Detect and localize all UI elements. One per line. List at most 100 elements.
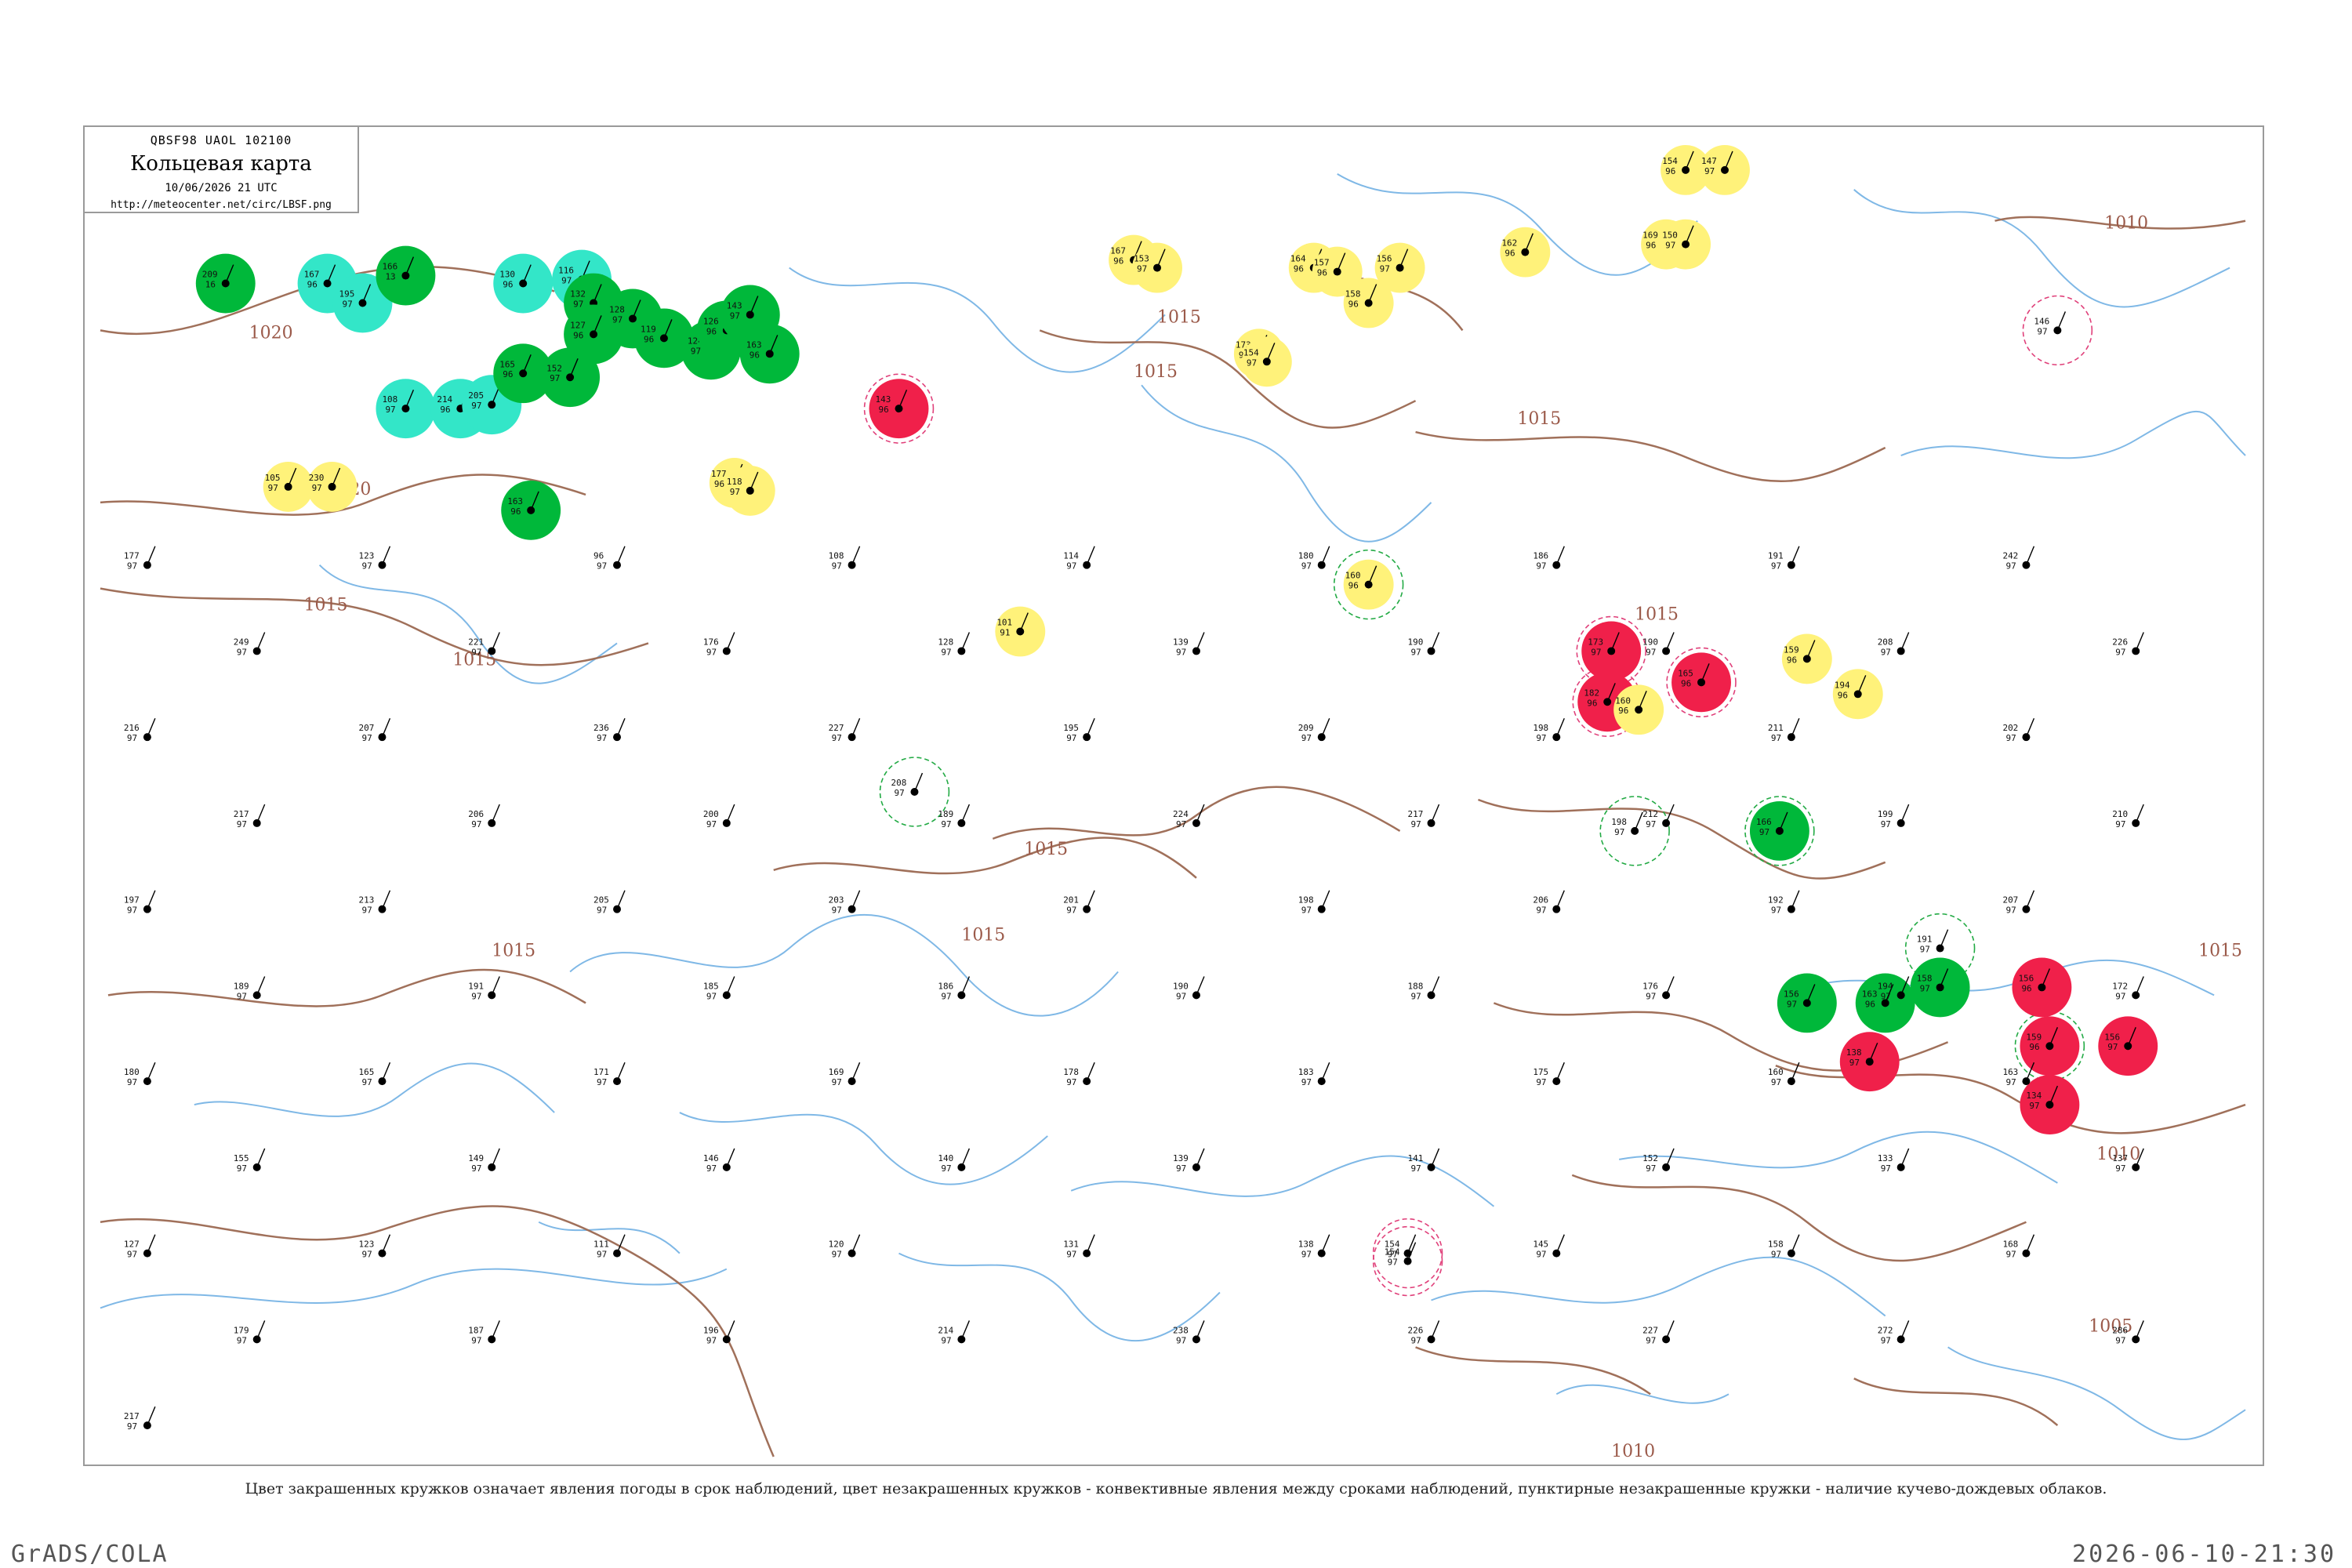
weather-station[interactable]: 14197 <box>1408 1148 1440 1174</box>
weather-station[interactable]: 20916 <box>195 253 256 314</box>
weather-station[interactable]: 16596 <box>1671 652 1731 713</box>
weather-station[interactable]: 11497 <box>1063 546 1095 572</box>
weather-station[interactable]: 13096 <box>493 253 554 314</box>
weather-station[interactable]: 19997 <box>1878 804 1910 829</box>
weather-station[interactable]: 14797 <box>1700 144 1750 195</box>
weather-station[interactable]: 15697 <box>1777 973 1837 1033</box>
weather-station[interactable]: 17197 <box>593 1062 626 1087</box>
weather-station[interactable]: 17397 <box>1581 621 1642 681</box>
source-url[interactable]: http://meteocenter.net/circ/LBSF.png <box>85 199 358 211</box>
weather-station[interactable]: 13897 <box>1839 1032 1900 1092</box>
weather-station[interactable]: 18897 <box>1408 976 1440 1001</box>
weather-station[interactable]: 20997 <box>1298 717 1330 743</box>
weather-station[interactable]: 19597 <box>1063 717 1095 743</box>
weather-station[interactable]: 18097 <box>1298 546 1330 572</box>
weather-station[interactable]: 21397 <box>358 890 391 916</box>
weather-station[interactable]: 13197 <box>1063 1234 1095 1260</box>
weather-station[interactable]: 14097 <box>938 1148 971 1174</box>
weather-station[interactable]: 16997 <box>829 1062 861 1087</box>
weather-station[interactable]: 14997 <box>468 1148 500 1174</box>
weather-station[interactable]: 18597 <box>703 976 735 1001</box>
weather-station[interactable]: 23897 <box>1173 1320 1205 1345</box>
weather-station[interactable]: 16897 <box>2002 1234 2035 1260</box>
weather-station[interactable]: 16597 <box>358 1062 391 1087</box>
weather-station[interactable]: 16096 <box>1613 684 1664 735</box>
weather-station[interactable]: 21797 <box>124 1406 156 1432</box>
weather-station[interactable]: 20597 <box>593 890 626 916</box>
weather-station[interactable]: 17997 <box>234 1320 266 1345</box>
weather-station[interactable]: 21797 <box>234 804 266 829</box>
weather-station[interactable]: 15697 <box>2098 1016 2158 1076</box>
weather-station[interactable]: 13997 <box>1173 1148 1205 1174</box>
weather-station[interactable]: 15297 <box>1642 1148 1675 1174</box>
weather-station[interactable]: 20697 <box>468 804 500 829</box>
weather-station[interactable]: 16396 <box>739 324 800 384</box>
weather-station[interactable]: 19496 <box>1832 669 1883 720</box>
weather-station[interactable]: 20297 <box>2002 717 2035 743</box>
weather-station[interactable]: 15497 <box>1241 336 1292 387</box>
weather-station[interactable]: 15896 <box>1343 278 1394 328</box>
weather-station[interactable]: 10897 <box>829 546 861 572</box>
weather-station[interactable]: 19897 <box>1298 890 1330 916</box>
weather-station[interactable]: 17697 <box>1642 976 1675 1001</box>
weather-station[interactable]: 20097 <box>703 804 735 829</box>
weather-station[interactable]: 21497 <box>938 1320 971 1345</box>
weather-station[interactable]: 18797 <box>468 1320 500 1345</box>
weather-station[interactable]: 10191 <box>995 606 1046 657</box>
weather-station[interactable]: 12097 <box>829 1234 861 1260</box>
weather-station[interactable]: 15597 <box>234 1148 266 1174</box>
weather-station[interactable]: 20897 <box>891 772 924 798</box>
weather-station[interactable]: 17797 <box>124 546 156 572</box>
weather-station[interactable]: 12397 <box>358 1234 391 1260</box>
weather-station[interactable]: 11197 <box>593 1234 626 1260</box>
weather-station[interactable]: 18397 <box>1298 1062 1330 1087</box>
weather-station[interactable]: 17597 <box>1533 1062 1565 1087</box>
weather-station[interactable]: 21297 <box>1642 804 1675 829</box>
weather-station[interactable]: 18097 <box>124 1062 156 1087</box>
weather-station[interactable]: 10597 <box>263 461 314 512</box>
weather-station[interactable]: 20797 <box>2002 890 2035 916</box>
weather-station[interactable]: 11897 <box>724 465 775 516</box>
weather-station[interactable]: 15297 <box>540 347 601 408</box>
weather-station[interactable]: 18997 <box>938 804 971 829</box>
weather-station[interactable]: 14597 <box>1533 1234 1565 1260</box>
weather-station[interactable]: 15996 <box>1781 633 1832 684</box>
weather-station[interactable]: 22797 <box>1642 1320 1675 1345</box>
weather-station[interactable]: 15897 <box>1768 1234 1800 1260</box>
weather-station[interactable]: 22797 <box>829 717 861 743</box>
weather-station[interactable]: 16296 <box>1500 227 1551 278</box>
weather-station[interactable]: 20197 <box>1063 890 1095 916</box>
weather-station[interactable]: 17297 <box>2112 976 2144 1001</box>
weather-station[interactable]: 19197 <box>1768 546 1800 572</box>
weather-station[interactable]: 19297 <box>1768 890 1800 916</box>
weather-station[interactable]: 15097 <box>1661 219 1711 270</box>
weather-station[interactable]: 19797 <box>124 890 156 916</box>
weather-station[interactable]: 21197 <box>1768 717 1800 743</box>
weather-station[interactable]: 24297 <box>2002 546 2035 572</box>
weather-station[interactable]: 15696 <box>2012 957 2072 1018</box>
weather-station[interactable]: 16096 <box>1343 559 1394 610</box>
weather-station[interactable]: 15897 <box>1910 957 1970 1018</box>
weather-station[interactable]: 18697 <box>1533 546 1565 572</box>
weather-station[interactable]: 20897 <box>1878 632 1910 657</box>
weather-station[interactable]: 27297 <box>1878 1320 1910 1345</box>
weather-station[interactable]: 18997 <box>234 976 266 1001</box>
weather-station[interactable]: 12797 <box>124 1234 156 1260</box>
weather-station[interactable]: 16396 <box>501 480 561 540</box>
weather-station[interactable]: 13997 <box>1173 632 1205 657</box>
weather-station[interactable]: 19897 <box>1611 811 1643 837</box>
weather-station[interactable]: 22697 <box>1408 1320 1440 1345</box>
weather-station[interactable]: 22697 <box>2112 632 2144 657</box>
weather-station[interactable]: 21797 <box>1408 804 1440 829</box>
weather-station[interactable]: 20797 <box>358 717 391 743</box>
weather-station[interactable]: 12397 <box>358 546 391 572</box>
weather-station[interactable]: 19097 <box>1408 632 1440 657</box>
weather-station[interactable]: 15397 <box>1132 242 1182 293</box>
weather-station[interactable]: 17697 <box>703 632 735 657</box>
weather-station[interactable]: 16697 <box>1749 800 1809 861</box>
weather-station[interactable]: 20697 <box>1533 890 1565 916</box>
weather-station[interactable]: 21097 <box>2112 804 2144 829</box>
weather-station[interactable]: 21697 <box>124 717 156 743</box>
weather-station[interactable]: 20397 <box>829 890 861 916</box>
weather-station[interactable]: 14697 <box>703 1148 735 1174</box>
